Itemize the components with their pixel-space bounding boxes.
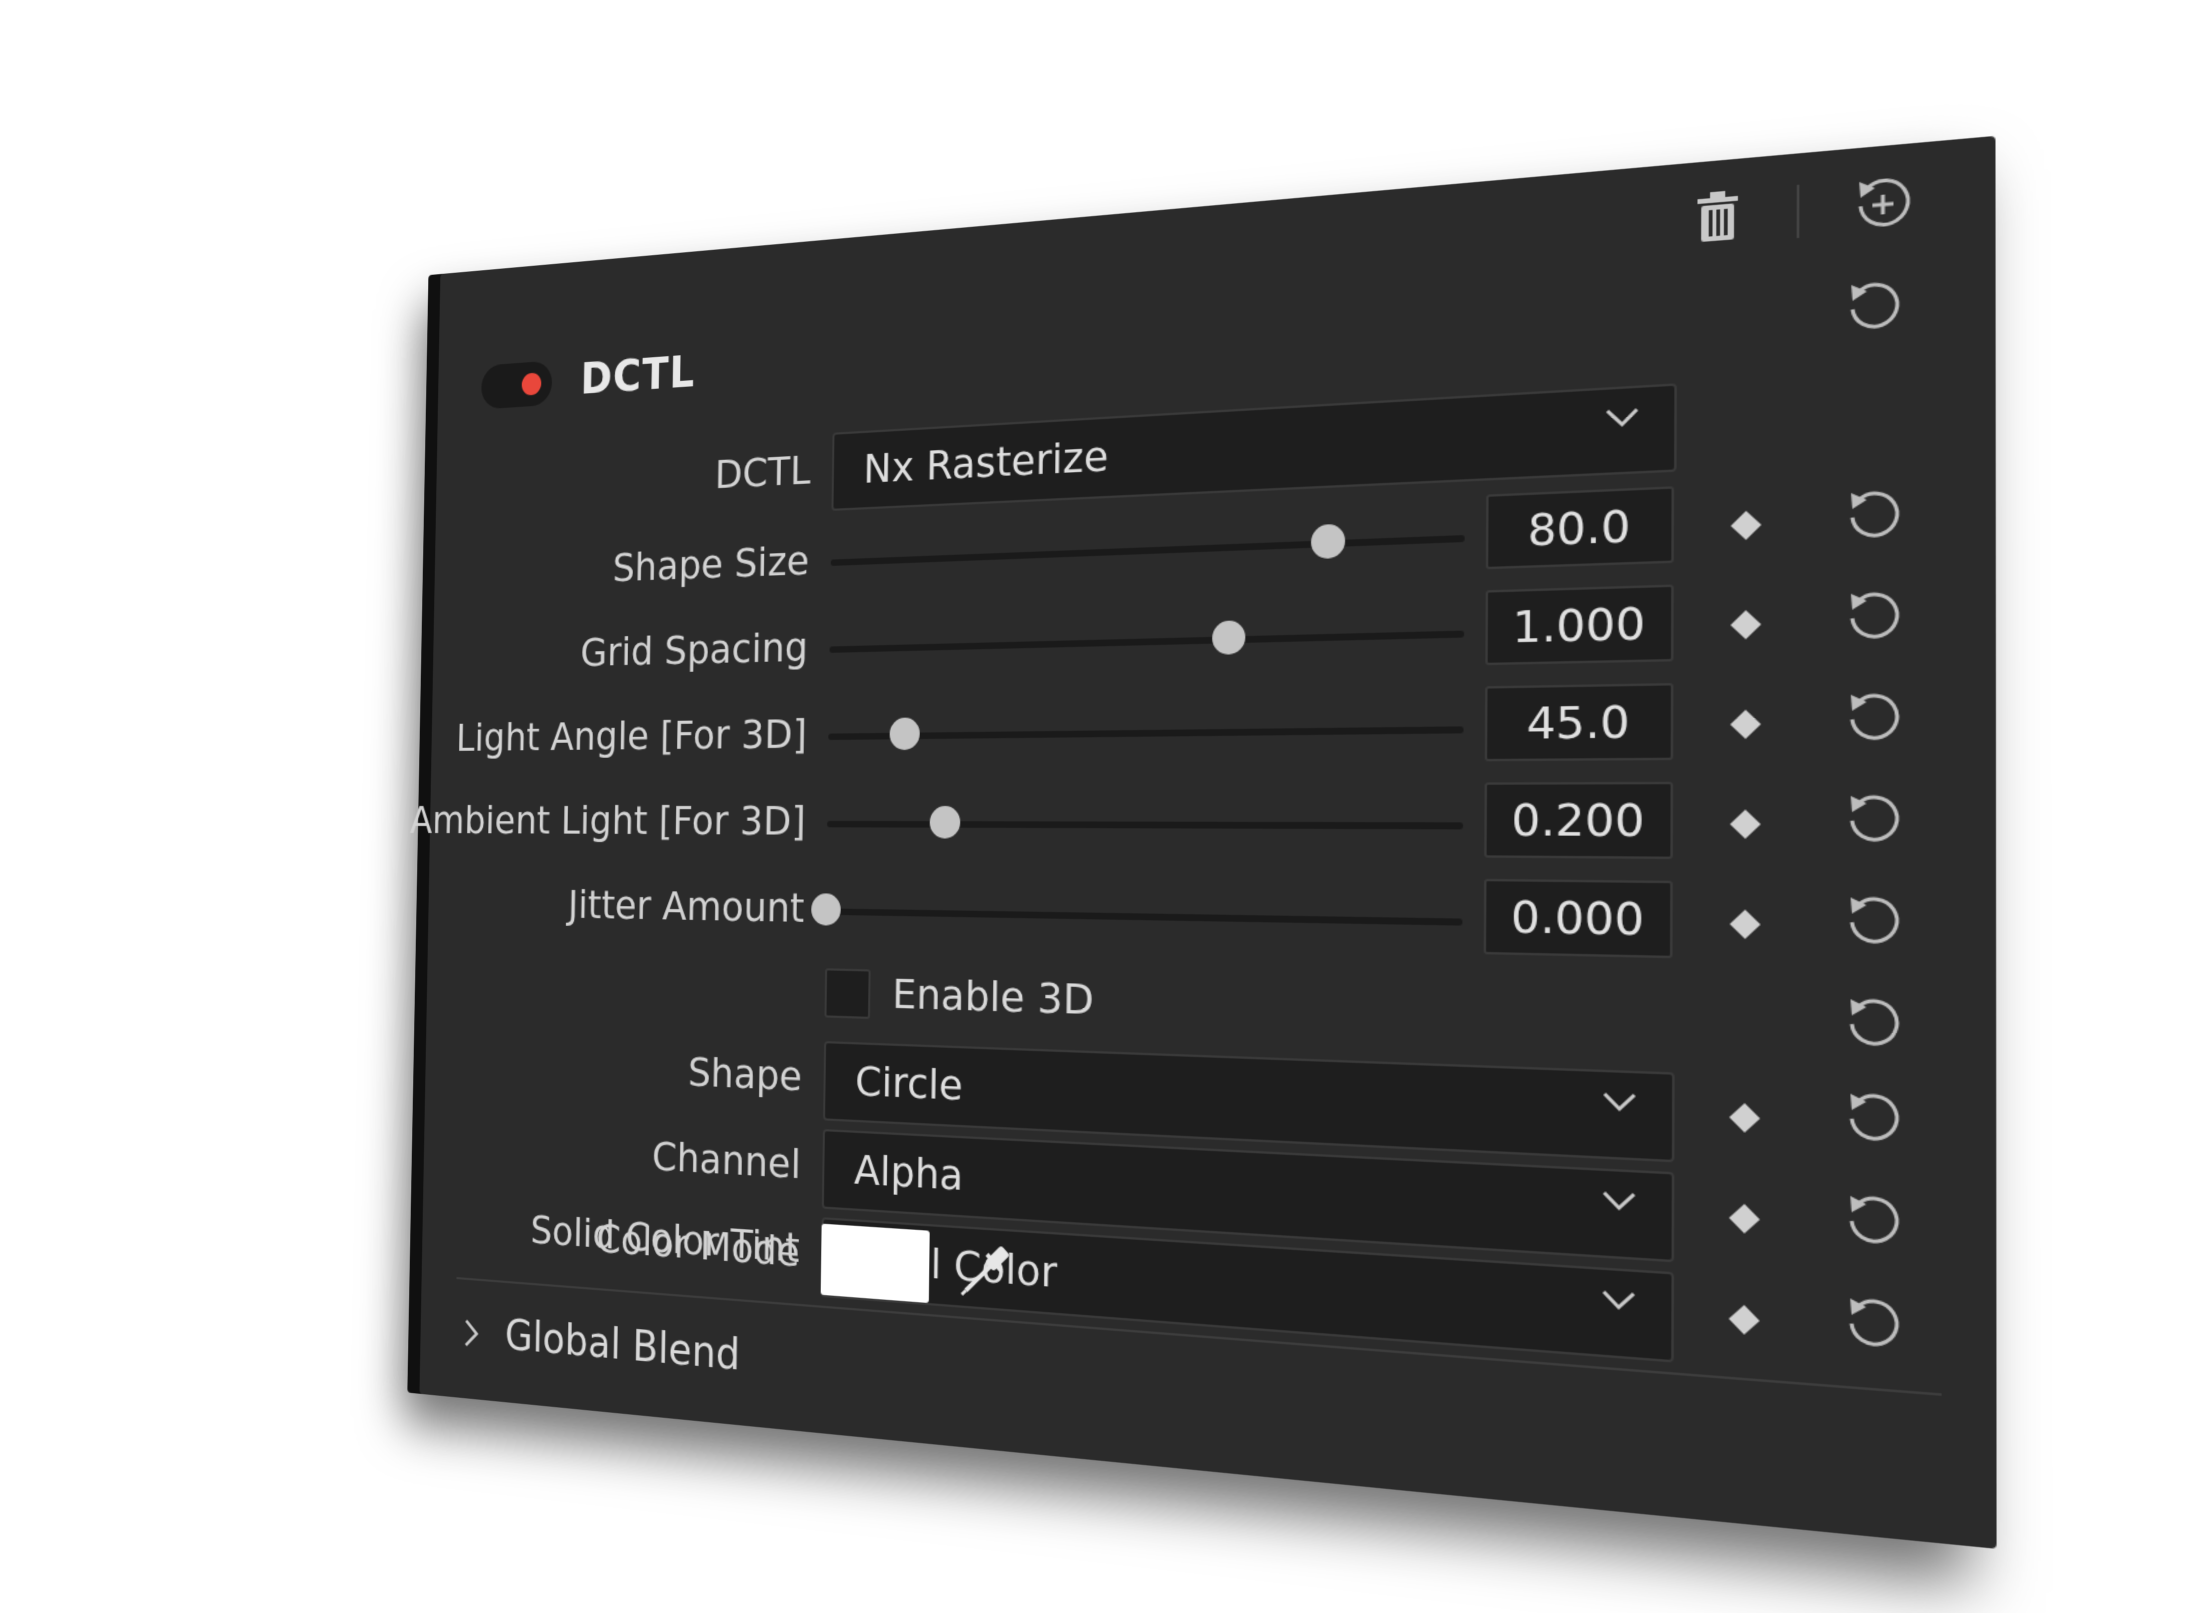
shape-size-slider[interactable] xyxy=(830,523,1465,568)
reset-all-icon[interactable] xyxy=(1846,167,1920,241)
slider-thumb[interactable] xyxy=(1211,620,1245,655)
reset-icon[interactable] xyxy=(1838,271,1912,345)
slider-label: Ambient Light [For 3D] xyxy=(409,797,807,845)
slider-thumb[interactable] xyxy=(889,717,920,751)
slider-thumb[interactable] xyxy=(811,893,841,926)
slider-label: Shape Size xyxy=(612,537,810,591)
slider-track xyxy=(825,908,1463,926)
slider-label: Grid Spacing xyxy=(580,623,809,676)
diamond-icon[interactable] xyxy=(1728,1202,1762,1236)
reset-icon[interactable] xyxy=(1837,1083,1912,1156)
diamond-icon[interactable] xyxy=(1728,908,1761,940)
dropdown-label: Shape xyxy=(687,1048,803,1101)
ambient-light-value[interactable]: 0.200 xyxy=(1484,781,1674,860)
diamond-icon[interactable] xyxy=(1729,509,1762,542)
dropdown-label: Channel xyxy=(651,1132,802,1188)
grid-spacing-value[interactable]: 1.000 xyxy=(1485,584,1674,666)
ambient-light-slider[interactable] xyxy=(827,805,1464,839)
reset-icon[interactable] xyxy=(1837,887,1912,958)
dropdown-value: Alpha xyxy=(853,1145,964,1200)
slider-track xyxy=(830,535,1465,566)
tint-label: Solid Color Tint xyxy=(530,1206,801,1272)
enable-3d-label: Enable 3D xyxy=(891,969,1095,1025)
reset-icon[interactable] xyxy=(1838,582,1912,653)
dctl-panel: DCTL DCTL Nx Rasterize Shape Size 80.0 G… xyxy=(410,135,1997,1549)
reset-icon[interactable] xyxy=(1838,481,1912,553)
slider-track xyxy=(827,820,1464,830)
trash-icon[interactable] xyxy=(1689,187,1747,247)
slider-thumb[interactable] xyxy=(929,805,961,839)
reset-icon[interactable] xyxy=(1837,786,1911,856)
enable-3d-checkbox[interactable] xyxy=(824,968,871,1019)
global-blend-section[interactable]: Global Blend xyxy=(455,1303,741,1380)
slider-label: Light Angle [For 3D] xyxy=(455,710,808,760)
reset-icon[interactable] xyxy=(1837,1185,1912,1259)
header-divider xyxy=(1796,184,1800,239)
slider-label: Jitter Amount xyxy=(567,881,805,932)
chevron-down-icon xyxy=(1595,1077,1645,1127)
toggle-dot xyxy=(521,372,542,396)
stage: DCTL DCTL Nx Rasterize Shape Size 80.0 G… xyxy=(0,0,2208,1613)
dctl-label: DCTL xyxy=(714,446,811,498)
dctl-value: Nx Rasterize xyxy=(863,431,1109,493)
shape-size-value[interactable]: 80.0 xyxy=(1485,486,1675,570)
jitter-amount-slider[interactable] xyxy=(811,893,1463,928)
diamond-icon[interactable] xyxy=(1728,1101,1762,1134)
reset-icon[interactable] xyxy=(1838,684,1912,754)
grid-spacing-slider[interactable] xyxy=(829,620,1465,655)
color-swatch[interactable] xyxy=(820,1223,930,1304)
slider-thumb[interactable] xyxy=(1310,523,1346,560)
diamond-icon[interactable] xyxy=(1729,708,1762,740)
reset-icon[interactable] xyxy=(1837,989,1912,1061)
chevron-down-icon xyxy=(1594,1175,1644,1226)
light-angle-slider[interactable] xyxy=(828,717,1464,751)
jitter-amount-value[interactable]: 0.000 xyxy=(1483,878,1673,959)
panel-title: DCTL xyxy=(580,345,696,404)
global-blend-label: Global Blend xyxy=(504,1311,741,1381)
eyedropper-icon[interactable] xyxy=(955,1232,1018,1303)
enable-toggle[interactable] xyxy=(481,360,553,410)
chevron-down-icon xyxy=(1597,392,1647,442)
light-angle-value[interactable]: 45.0 xyxy=(1484,683,1674,762)
slider-row-ambient-light: Ambient Light [For 3D] 0.200 xyxy=(410,776,1996,877)
slider-track xyxy=(829,630,1465,653)
dropdown-value: Circle xyxy=(854,1057,964,1110)
diamond-icon[interactable] xyxy=(1729,808,1762,840)
diamond-icon[interactable] xyxy=(1729,609,1762,641)
chevron-right-icon xyxy=(455,1314,487,1354)
slider-track xyxy=(828,726,1464,740)
